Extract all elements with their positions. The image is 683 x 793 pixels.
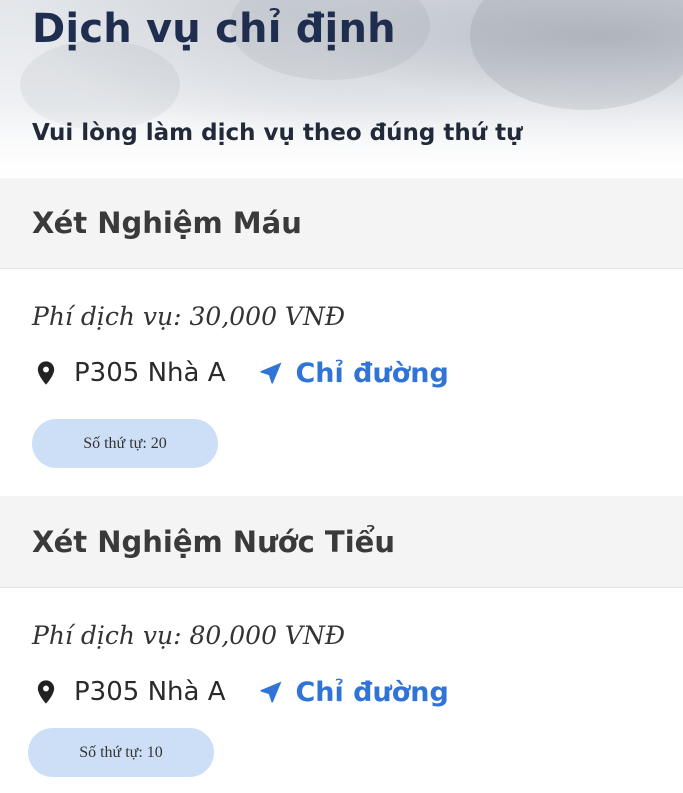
location-row: P305 Nhà A Chỉ đường xyxy=(32,355,449,391)
page-subtitle: Vui lòng làm dịch vụ theo đúng thứ tự xyxy=(32,120,523,146)
service-name: Xét Nghiệm Máu xyxy=(32,206,302,240)
directions-label: Chỉ đường xyxy=(295,357,449,389)
location-row: P305 Nhà A Chỉ đường xyxy=(32,674,449,710)
hero-background-shape xyxy=(20,40,180,130)
page-title: Dịch vụ chỉ định xyxy=(32,6,396,52)
queue-number-badge: Số thứ tự: 20 xyxy=(32,419,218,468)
navigation-arrow-icon xyxy=(260,362,282,384)
room-location: P305 Nhà A xyxy=(74,677,226,707)
hero-background-shape xyxy=(470,0,683,110)
service-header: Xét Nghiệm Máu xyxy=(0,178,683,269)
service-fee: Phí dịch vụ: 30,000 VNĐ xyxy=(32,302,346,331)
service-card: Phí dịch vụ: 30,000 VNĐ P305 Nhà A Chỉ đ… xyxy=(0,269,683,496)
queue-number-badge: Số thứ tự: 10 xyxy=(28,728,214,777)
service-fee: Phí dịch vụ: 80,000 VNĐ xyxy=(32,621,346,650)
hero-header: Dịch vụ chỉ định Vui lòng làm dịch vụ th… xyxy=(0,0,683,178)
screen: Dịch vụ chỉ định Vui lòng làm dịch vụ th… xyxy=(0,0,683,793)
room-location: P305 Nhà A xyxy=(74,358,226,388)
directions-label: Chỉ đường xyxy=(295,676,449,708)
directions-link[interactable]: Chỉ đường xyxy=(257,676,449,708)
map-pin-icon xyxy=(37,361,55,385)
navigation-arrow-icon xyxy=(260,681,282,703)
service-name: Xét Nghiệm Nước Tiểu xyxy=(32,524,395,559)
directions-link[interactable]: Chỉ đường xyxy=(257,357,449,389)
map-pin-icon xyxy=(37,680,55,704)
service-card: Phí dịch vụ: 80,000 VNĐ P305 Nhà A Chỉ đ… xyxy=(0,588,683,793)
service-header: Xét Nghiệm Nước Tiểu xyxy=(0,496,683,588)
